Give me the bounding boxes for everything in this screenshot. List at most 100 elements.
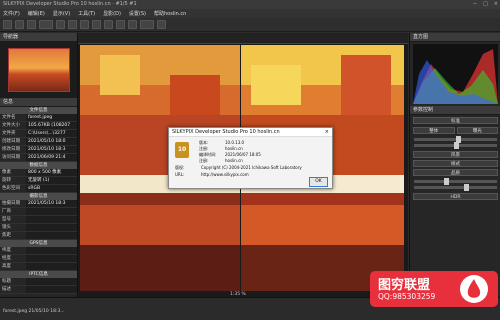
- info-tab[interactable]: 信息: [0, 98, 77, 107]
- preset-style[interactable]: 样式: [413, 160, 498, 167]
- info-value: [26, 208, 77, 215]
- info-value: [26, 255, 77, 262]
- crop-icon[interactable]: [116, 20, 125, 29]
- menu-view[interactable]: 显示(V): [53, 10, 70, 17]
- info-key: 厂商: [2, 209, 11, 214]
- exposure-button[interactable]: 曝光: [456, 127, 498, 134]
- watermark-main: 图穷联盟: [378, 278, 431, 293]
- contrast-slider[interactable]: [414, 142, 497, 149]
- dialog-line-url: URL: http://www.silkypix.com: [175, 172, 249, 177]
- close-icon[interactable]: ×: [494, 0, 498, 9]
- info-value: forest.jpeg: [26, 114, 77, 121]
- watermark-sub: QQ:985303259: [378, 292, 436, 301]
- info-key: 经度: [2, 256, 11, 261]
- info-key: 标题: [2, 279, 11, 284]
- window-title-bar: SILKYPIX Developer Studio Pro 10 hoslin.…: [0, 0, 500, 9]
- rotate-left-icon[interactable]: [68, 20, 77, 29]
- right-panel: 直方图 参数控制 标准 整体 曝光 风景 样式 品质 HDR: [409, 33, 500, 297]
- menu-file[interactable]: 文件(F): [3, 10, 20, 17]
- minimize-icon[interactable]: −: [473, 0, 477, 9]
- info-key: 拍摄日期: [2, 201, 20, 206]
- hdr-mode[interactable]: HDR: [413, 193, 498, 200]
- ok-button[interactable]: OK: [309, 177, 328, 187]
- info-section-header[interactable]: GPS信息: [0, 240, 77, 247]
- info-row: 镜头: [0, 224, 77, 232]
- shadow-slider[interactable]: [414, 184, 497, 191]
- preset-landscape[interactable]: 风景: [413, 151, 498, 158]
- fit-icon[interactable]: [104, 20, 113, 29]
- info-key: 修改日期: [2, 147, 20, 152]
- window-title: SILKYPIX Developer Studio Pro 10 hoslin.…: [3, 1, 137, 7]
- info-value: [26, 278, 77, 285]
- info-key: 高度: [2, 264, 11, 269]
- info-row: 拍摄日期 2021/05/10 18:3: [0, 200, 77, 208]
- develop-icon[interactable]: [140, 20, 154, 29]
- info-key: 创建日期: [2, 139, 20, 144]
- dialog-title: SILKYPIX Developer Studio Pro 10 hoslin.…: [172, 129, 280, 135]
- exposure-slider[interactable]: [414, 136, 497, 143]
- info-key: 文件夹: [2, 131, 16, 136]
- menu-help[interactable]: 帮助hoslin.cn: [154, 10, 186, 17]
- about-dialog: SILKYPIX Developer Studio Pro 10 hoslin.…: [168, 127, 333, 189]
- menu-settings[interactable]: 设置(S): [129, 10, 146, 17]
- info-value: 2021/06/09 21:4: [26, 154, 77, 161]
- info-value: 800 x 500 像素: [26, 169, 77, 176]
- info-row: 色彩空间 sRGB: [0, 185, 77, 193]
- maximize-icon[interactable]: □: [483, 0, 488, 9]
- info-section-header[interactable]: 摄影信息: [0, 193, 77, 200]
- info-row: 厂商: [0, 208, 77, 216]
- menu-develop[interactable]: 显影(D): [103, 10, 121, 17]
- status-text: forest.jpeg 21/05/10 18:3...: [3, 309, 65, 314]
- single-view-icon[interactable]: [39, 20, 53, 29]
- highlight-slider[interactable]: [414, 178, 497, 185]
- save-icon[interactable]: [15, 20, 24, 29]
- info-sections: 文件信息 文件名 forest.jpeg 文件大小 105.67KB (108207 文件…: [0, 107, 77, 294]
- all-button[interactable]: 整体: [413, 127, 455, 134]
- toolbar: [0, 18, 500, 32]
- open-icon[interactable]: [3, 20, 12, 29]
- menu-edit[interactable]: 编辑(E): [28, 10, 45, 17]
- info-key: 焦距: [2, 233, 11, 238]
- dialog-close-icon[interactable]: ×: [325, 128, 329, 136]
- watermark-logo-icon: [460, 275, 488, 303]
- info-value: [26, 247, 77, 254]
- info-key: 旋转: [2, 178, 11, 183]
- rotate-right-icon[interactable]: [80, 20, 89, 29]
- info-section-header[interactable]: IPTC信息: [0, 271, 77, 278]
- info-value: C:\Users\...\3277: [26, 130, 77, 137]
- viewer-ruler: [78, 33, 408, 44]
- histogram: [413, 44, 498, 104]
- info-row: 描述: [0, 286, 77, 294]
- info-row: 文件夹 C:\Users\...\3277: [0, 130, 77, 138]
- spot-icon[interactable]: [128, 20, 137, 29]
- info-section-header[interactable]: 数据信息: [0, 162, 77, 169]
- info-value: [26, 216, 77, 223]
- info-value: [26, 232, 77, 239]
- info-row: 文件名 forest.jpeg: [0, 114, 77, 122]
- preset-quality[interactable]: 品质: [413, 169, 498, 176]
- navigator-thumbnail[interactable]: [0, 42, 77, 98]
- info-row: 型号: [0, 216, 77, 224]
- dialog-line-copyright: 版权: Copyright (C) 2004-2021 Ichikawa Soft…: [175, 165, 302, 170]
- zoom-icon[interactable]: [92, 20, 101, 29]
- info-row: 高度: [0, 263, 77, 271]
- print-icon[interactable]: [157, 20, 166, 29]
- info-row: 旋转 无旋转 (1): [0, 177, 77, 185]
- info-value: 105.67KB (108207: [26, 122, 77, 129]
- info-row: 修改日期 2021/05/10 18:3: [0, 146, 77, 154]
- info-row: 纬度: [0, 247, 77, 255]
- info-value: sRGB: [26, 185, 77, 192]
- info-key: 镜头: [2, 225, 11, 230]
- control-header: 参数控制: [410, 106, 500, 115]
- histogram-header: 直方图: [410, 33, 500, 42]
- info-value: 2021/05/10 18:3: [26, 200, 77, 207]
- menu-tools[interactable]: 工具(T): [78, 10, 95, 17]
- info-row: 经度: [0, 255, 77, 263]
- info-key: 访问日期: [2, 155, 20, 160]
- info-section-header[interactable]: 文件信息: [0, 107, 77, 114]
- info-key: 型号: [2, 217, 11, 222]
- compare-icon[interactable]: [56, 20, 65, 29]
- preset-standard[interactable]: 标准: [413, 117, 498, 124]
- info-key: 纬度: [2, 248, 11, 253]
- grid-view-icon[interactable]: [27, 20, 36, 29]
